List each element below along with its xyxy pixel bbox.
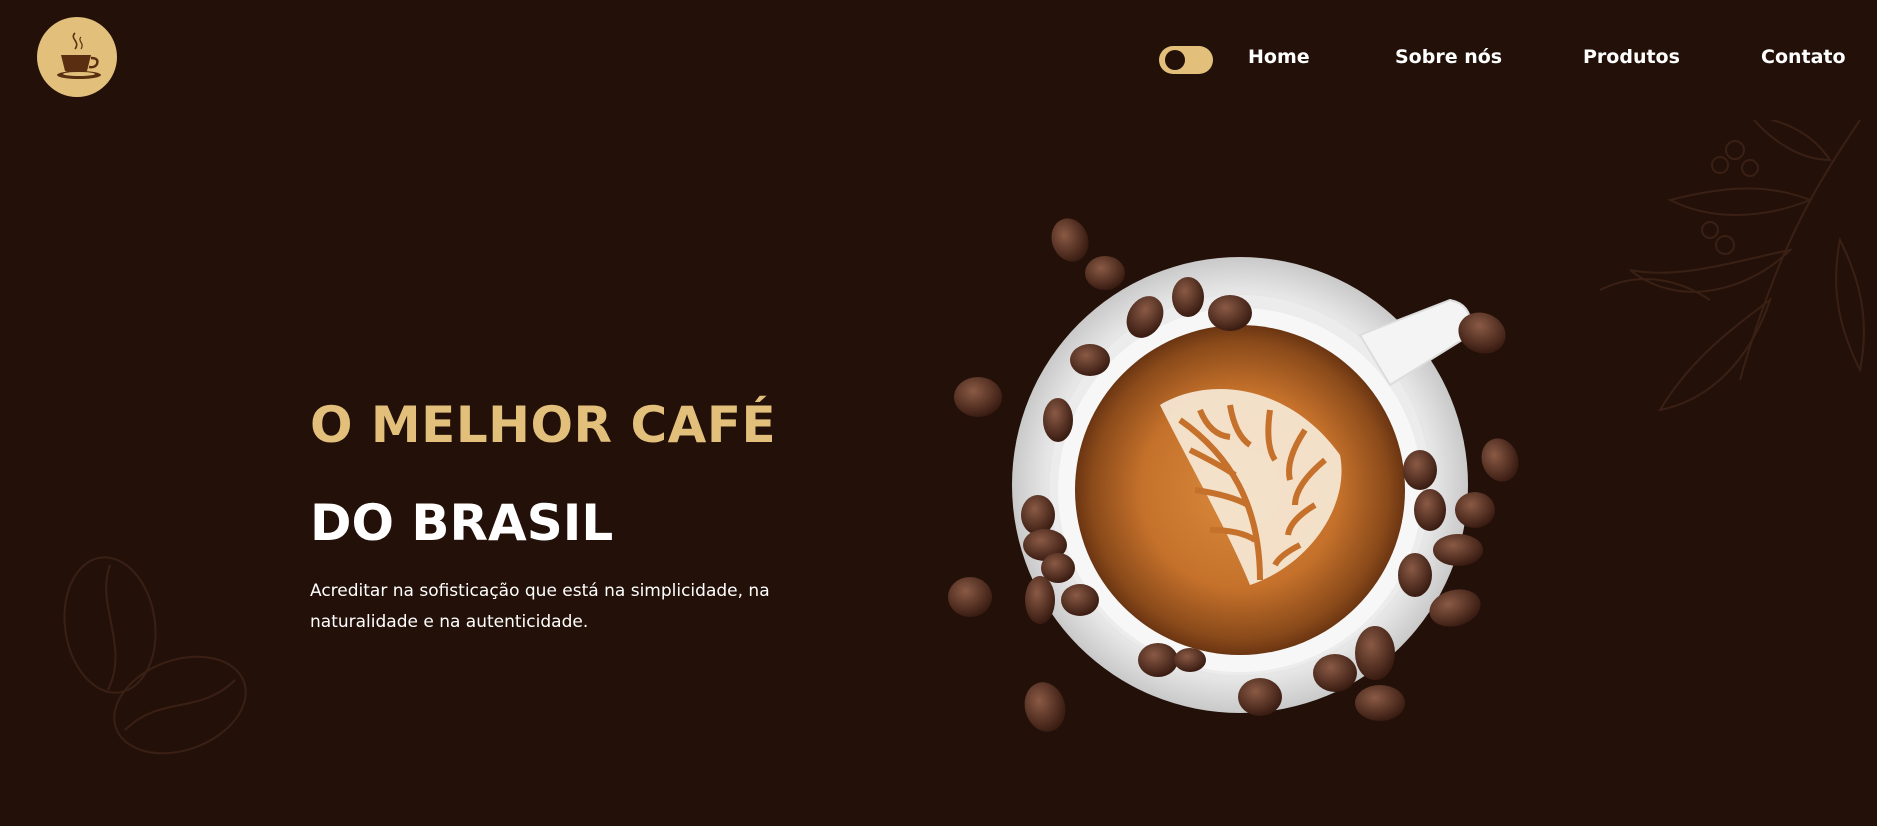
coffee-beans-sketch-icon (63, 556, 247, 755)
hero-description: Acreditar na sofisticação que está na si… (310, 581, 770, 632)
hero-title-line2: DO BRASIL (310, 494, 614, 552)
nav-home[interactable]: Home (1248, 46, 1310, 68)
nav-contato[interactable]: Contato (1761, 46, 1846, 68)
logo[interactable] (37, 17, 117, 97)
nav-produtos[interactable]: Produtos (1583, 46, 1680, 68)
page: Home Sobre nós Produtos Contato O MELHOR… (0, 0, 1877, 826)
nav-sobre-nos[interactable]: Sobre nós (1395, 46, 1502, 68)
theme-toggle[interactable] (1159, 46, 1213, 74)
toggle-knob (1165, 50, 1185, 70)
coffee-cup-icon (57, 32, 101, 79)
coffee-plant-sketch-icon (1599, 120, 1865, 412)
hero-title-line1: O MELHOR CAFÉ (310, 396, 777, 454)
latte-cup-with-beans-image (948, 218, 1519, 732)
